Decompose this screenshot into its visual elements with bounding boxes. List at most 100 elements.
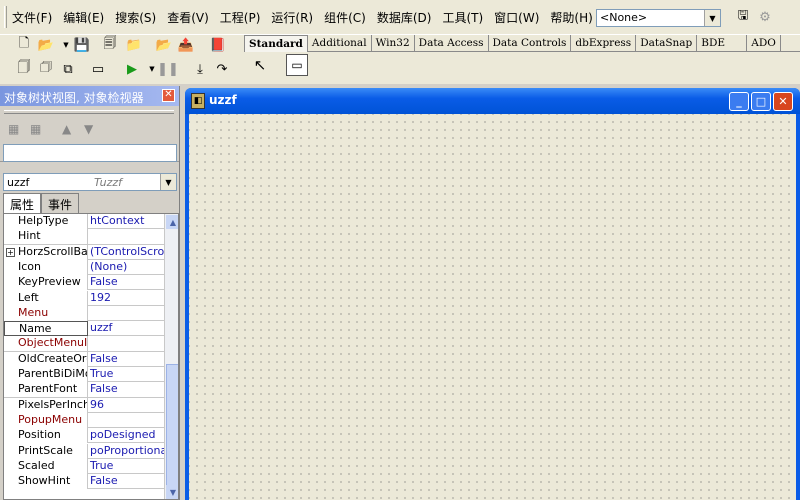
new-item-icon[interactable]: ▦ [8,122,19,136]
maximize-icon[interactable]: □ [751,92,771,111]
menu-grip [4,6,7,28]
menu-database[interactable]: 数据库(D) [377,9,432,26]
property-value[interactable]: uzzf [88,321,164,336]
menu-tools[interactable]: 工具(T) [442,9,483,26]
tab-data-controls[interactable]: Data Controls [489,35,572,52]
property-value[interactable]: (TControlScrollB [88,245,164,260]
property-row[interactable]: Scaled True [4,458,164,475]
new-icon[interactable]: 🗋 [14,35,34,55]
tab-data-access[interactable]: Data Access [415,35,489,52]
property-row[interactable]: ShowHint False [4,474,164,490]
save-desktop-icon[interactable]: 🖫 [734,8,752,26]
minimize-icon[interactable]: _ [729,92,749,111]
tab-ado[interactable]: ADO [747,35,781,52]
vertical-scrollbar[interactable]: ▲ ▼ [164,214,178,499]
property-name: PopupMenu [4,412,88,428]
menu-edit[interactable]: 编辑(E) [63,9,104,26]
arrow-up-icon[interactable]: ▲ [62,122,71,136]
tab-additional[interactable]: Additional [308,35,372,52]
save-all-icon[interactable]: 🗐 [100,35,120,55]
property-value[interactable]: False [88,382,164,397]
property-row[interactable]: Hint [4,229,164,245]
property-row[interactable]: Position poDesigned [4,428,164,444]
open-project-icon[interactable]: 📁 [124,35,144,55]
open-icon[interactable]: 📂 [36,35,56,55]
close-icon[interactable]: ✕ [773,92,793,111]
property-value[interactable] [88,413,164,428]
property-value[interactable]: False [88,474,164,489]
form-title-bar[interactable]: ◧ uzzf _ □ ✕ [185,88,800,114]
property-row[interactable]: ParentFont False [4,382,164,398]
chevron-down-icon[interactable]: ▼ [160,174,176,190]
form-design-surface[interactable] [189,114,796,500]
property-value[interactable]: False [88,275,164,290]
object-tree-list[interactable] [3,144,177,162]
property-row[interactable]: PopupMenu [4,412,164,429]
scroll-thumb[interactable] [166,364,178,494]
tab-datasnap[interactable]: DataSnap [636,35,698,52]
toggle-form-unit-icon[interactable]: ⧉ [58,59,78,79]
menu-view[interactable]: 查看(V) [167,9,209,26]
menu-help[interactable]: 帮助(H) [550,9,592,26]
new-form-icon[interactable]: ▭ [88,59,108,79]
tab-dbexpress[interactable]: dbExpress [571,35,637,52]
property-row[interactable]: Name uzzf [4,321,164,337]
property-row[interactable]: ObjectMenuItem [4,336,164,352]
property-row[interactable]: OldCreateOrderFalse [4,351,164,367]
property-value[interactable]: (None) [88,260,164,275]
property-value[interactable]: poProportional [88,444,164,459]
property-value[interactable]: True [88,367,164,382]
property-row[interactable]: ParentBiDiModeTrue [4,367,164,383]
pointer-icon[interactable]: ↖ [250,55,270,75]
property-row[interactable]: PrintScale poProportional [4,443,164,459]
tab-win32[interactable]: Win32 [372,35,415,52]
menu-component[interactable]: 组件(C) [324,9,366,26]
tab-standard[interactable]: Standard [244,35,308,52]
remove-file-icon[interactable]: 📤 [176,35,196,55]
chevron-down-icon[interactable]: ▼ [704,10,720,26]
property-value[interactable]: False [88,352,164,367]
property-row[interactable]: Left 192 [4,290,164,306]
object-selector[interactable]: uzzf Tuzzf ▼ [3,173,177,191]
property-value[interactable] [88,336,164,351]
scroll-down-icon[interactable]: ▼ [166,485,178,499]
property-value[interactable]: poDesigned [88,428,164,443]
property-row[interactable]: KeyPreview False [4,275,164,291]
tab-bde[interactable]: BDE [697,35,748,52]
menu-run[interactable]: 运行(R) [271,9,313,26]
property-row[interactable]: HorzScrollBar(TControlScrollB + [4,244,164,260]
property-row[interactable]: PixelsPerInch 96 [4,397,164,413]
property-row[interactable]: Icon (None) [4,259,164,276]
save-icon[interactable]: 💾 [72,35,92,55]
property-value[interactable]: 96 [88,398,164,413]
pause-icon[interactable]: ❚❚ [157,59,179,79]
tab-events[interactable]: 事件 [41,193,80,213]
menu-file[interactable]: 文件(F) [12,9,52,26]
menu-search[interactable]: 搜索(S) [115,9,156,26]
trace-into-icon[interactable]: ⤓ [190,59,210,79]
property-row[interactable]: Menu [4,305,164,322]
step-over-icon[interactable]: ↷ [212,59,232,79]
close-icon[interactable]: ✕ [162,89,175,102]
menu-project[interactable]: 工程(P) [220,9,261,26]
delete-item-icon[interactable]: ▦ [30,122,41,136]
property-row[interactable]: HelpType htContext [4,214,164,230]
property-value[interactable]: True [88,459,164,474]
property-value[interactable] [88,306,164,321]
tab-properties[interactable]: 属性 [3,193,42,213]
set-debug-desktop-icon[interactable]: ⚙ [756,8,774,26]
menu-window[interactable]: 窗口(W) [494,9,539,26]
arrow-down-icon[interactable]: ▼ [84,122,93,136]
view-unit-icon[interactable]: 🗍 [14,59,34,79]
view-form-icon[interactable]: 🗇 [36,59,56,79]
frames-icon[interactable]: ▭ [286,54,308,76]
property-value[interactable]: 192 [88,291,164,306]
expand-icon[interactable]: + [6,247,15,257]
add-file-icon[interactable]: 📂 [154,35,174,55]
property-value[interactable] [88,229,164,244]
desktop-layout-combo[interactable]: <None> ▼ [596,9,721,27]
help-book-icon[interactable]: 📕 [208,35,228,55]
run-icon[interactable]: ▶ [122,59,142,79]
property-value[interactable]: htContext [88,214,164,229]
scroll-up-icon[interactable]: ▲ [166,215,178,229]
